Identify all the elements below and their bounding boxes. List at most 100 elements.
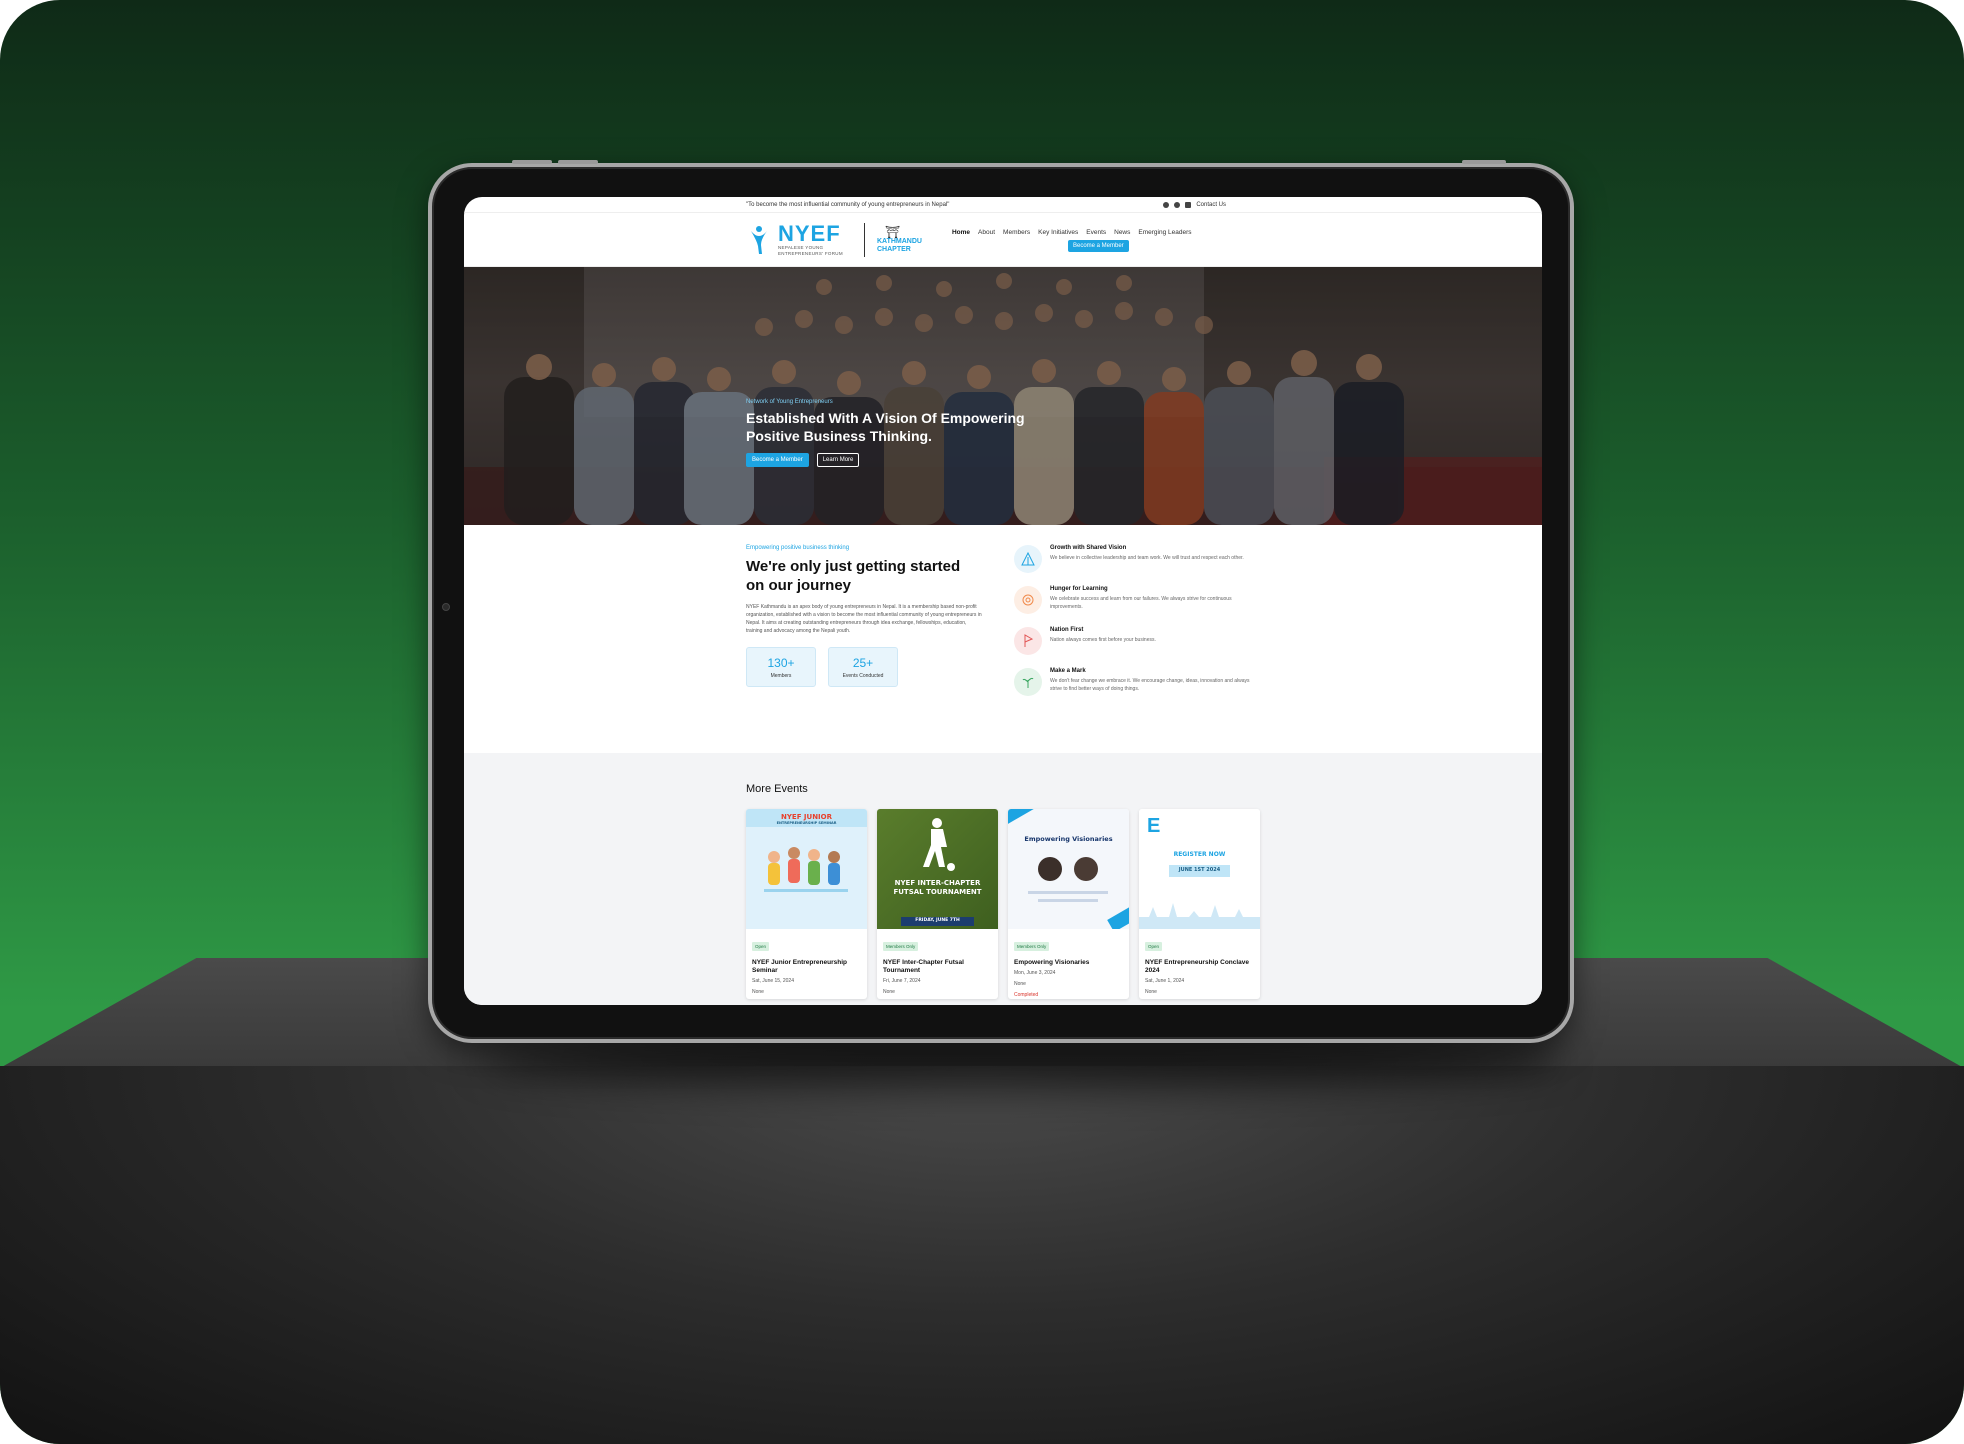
event-poster: Empowering Visionaries [1008,809,1129,929]
hero-buttons: Become a Member Learn More [746,453,1066,467]
event-card[interactable]: NYEF JUNIOR ENTREPRENEURSHIP SEMINAR Ope… [746,809,867,999]
event-tag: Open [752,942,770,951]
event-tag: Members Only [883,942,919,951]
poster-subtitle: FRIDAY, JUNE 7TH [915,918,960,923]
nav-link-key-initiatives[interactable]: Key Initiatives [1038,229,1078,236]
poster-title: NYEF JUNIOR [780,813,833,821]
hero-overlay [464,267,1542,525]
event-price: None [883,989,895,995]
speaker-photo [1074,857,1098,881]
event-poster: NYEF INTER-CHAPTER FUTSAL TOURNAMENT FRI… [877,809,998,929]
event-date: Sat, June 15, 2024 [752,978,794,984]
instagram-icon[interactable] [1163,201,1170,208]
main-nav: NYEF NEPALESE YOUNG ENTREPRENEURS' FORUM… [464,213,1542,267]
event-poster: NYEF JUNIOR ENTREPRENEURSHIP SEMINAR [746,809,867,929]
value-item: Nation First Nation always comes first b… [1014,627,1250,655]
tablet-volume-button [512,160,552,164]
chapter-line1: KATHMANDU [877,237,922,245]
hero-title: Established With A Vision Of Empowering … [746,410,1025,444]
value-title: Make a Mark [1050,668,1086,674]
linkedin-icon[interactable] [1185,201,1192,208]
nav-link-about[interactable]: About [978,229,995,236]
brand-name: NYEF [778,220,841,246]
value-text: We celebrate success and learn from our … [1050,596,1232,610]
stats: 130+ Members 25+ Events Conducted [746,647,984,687]
event-tag: Open [1145,942,1163,951]
skyline-illustration [1139,903,1260,929]
top-bar: "To become the most influential communit… [464,197,1542,213]
event-title: NYEF Entrepreneurship Conclave 2024 [1145,959,1250,974]
nav-link-members[interactable]: Members [1003,229,1030,236]
hero-eyebrow: Network of Young Entrepreneurs [746,399,833,405]
stat-events: 25+ Events Conducted [828,647,898,687]
poster-subtitle: JUNE 1ST 2024 [1178,867,1221,873]
tablet-power-button [1462,160,1506,164]
event-title: NYEF Junior Entrepreneurship Seminar [752,959,847,974]
become-member-button[interactable]: Become a Member [746,453,809,467]
about-body: NYEF Kathmandu is an apex body of young … [746,604,982,634]
event-card[interactable]: E REGISTER NOW JUNE 1ST 2024 Open NYEF E… [1139,809,1260,999]
about-section: Empowering positive business thinking We… [464,525,1542,753]
temple-icon: ⛩ [885,224,901,239]
event-date: Mon, June 3, 2024 [1014,970,1056,976]
value-item: Hunger for Learning We celebrate success… [1014,586,1250,614]
children-illustration [764,847,848,892]
event-date: Sat, June 1, 2024 [1145,978,1185,984]
events-title: More Events [746,783,808,795]
tablet-volume-button [558,160,598,164]
contact-us-link[interactable]: Contact Us [1196,202,1226,208]
value-title: Growth with Shared Vision [1050,545,1127,551]
learn-more-button[interactable]: Learn More [816,453,860,467]
nav-link-emerging-leaders[interactable]: Emerging Leaders [1138,229,1191,236]
website-screen: "To become the most influential communit… [464,197,1542,1005]
poster-title: NYEF INTER-CHAPTER FUTSAL TOURNAMENT [893,879,982,896]
event-cards: NYEF JUNIOR ENTREPRENEURSHIP SEMINAR Ope… [746,809,1542,999]
poster-subtitle: ENTREPRENEURSHIP SEMINAR [776,821,837,825]
chapter-line2: CHAPTER [877,245,911,253]
pedestal-front [0,1066,1964,1444]
nav-link-events[interactable]: Events [1086,229,1106,236]
about-intro: Empowering positive business thinking We… [746,545,984,753]
card-body: Open NYEF Junior Entrepreneurship Semina… [746,929,867,995]
mockup-background: "To become the most influential communit… [0,0,1964,1444]
about-eyebrow: Empowering positive business thinking [746,545,850,551]
facebook-icon[interactable] [1174,201,1181,208]
event-price: None [1145,989,1157,995]
stat-label: Events Conducted [842,672,884,679]
value-item: Growth with Shared Vision We believe in … [1014,545,1250,573]
nav-links: Home About Members Key Initiatives Event… [952,229,1192,236]
become-member-nav-button[interactable]: Become a Member [1067,240,1129,252]
poster-logo-mark: E [1147,815,1161,837]
value-title: Hunger for Learning [1050,586,1108,592]
poster-title: REGISTER NOW [1173,851,1226,858]
logo-divider [864,222,865,257]
value-text: We believe in collective leadership and … [1050,555,1244,561]
event-price: None [1014,981,1026,987]
site-logo[interactable]: NYEF NEPALESE YOUNG ENTREPRENEURS' FORUM… [746,220,922,257]
tablet-camera [442,603,450,611]
speaker-photo [1038,857,1062,881]
event-title: NYEF Inter-Chapter Futsal Tournament [883,959,964,974]
hero-content: Network of Young Entrepreneurs Establish… [746,399,1066,467]
event-date: Fri, June 7, 2024 [883,978,921,984]
values-list: Growth with Shared Vision We believe in … [1014,545,1250,753]
stat-value: 25+ [852,655,874,670]
event-card[interactable]: Empowering Visionaries Members Only Empo… [1008,809,1129,999]
card-body: Open NYEF Entrepreneurship Conclave 2024… [1139,929,1260,995]
poster-title: Empowering Visionaries [1024,835,1113,843]
value-text: Nation always comes first before your bu… [1050,637,1156,643]
nyef-figure-icon [746,223,772,257]
nation-icon [1014,627,1042,655]
value-text: We don't fear change we embrace it. We e… [1050,678,1250,692]
event-card[interactable]: NYEF INTER-CHAPTER FUTSAL TOURNAMENT FRI… [877,809,998,999]
nav-link-news[interactable]: News [1114,229,1130,236]
card-body: Members Only NYEF Inter-Chapter Futsal T… [877,929,998,995]
hero-banner: Network of Young Entrepreneurs Establish… [464,267,1542,525]
footballer-silhouette [923,818,955,871]
nav-link-home[interactable]: Home [952,229,970,236]
events-section: More Events NYEF JUNIOR ENTREPRENEURSHIP… [464,753,1542,1005]
about-title: We're only just getting started on our j… [746,558,961,594]
card-body: Members Only Empowering Visionaries Mon,… [1008,929,1129,998]
logo-text: NYEF NEPALESE YOUNG ENTREPRENEURS' FORUM [778,220,852,257]
event-tag: Members Only [1014,942,1050,951]
